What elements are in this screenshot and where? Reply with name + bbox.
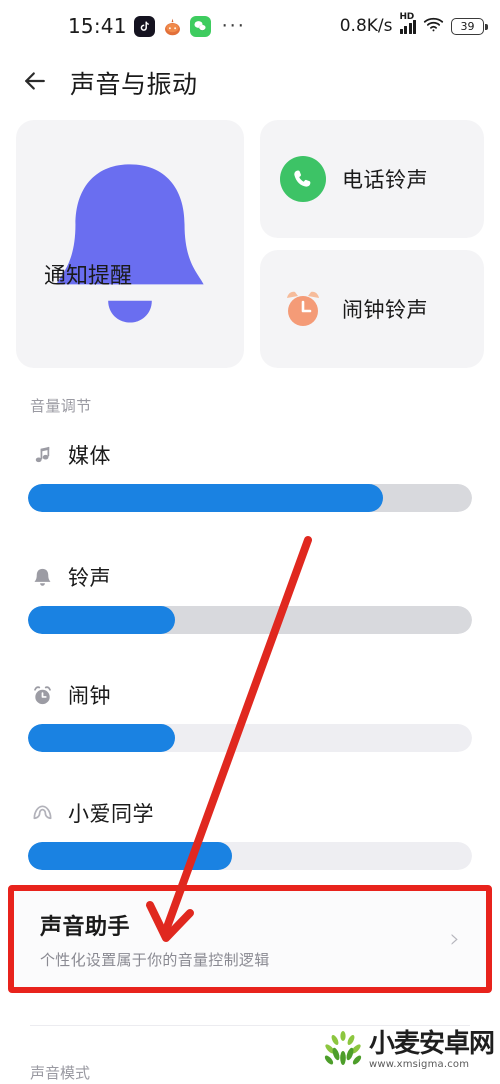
xiaoai-icon (30, 801, 54, 825)
phone-icon (280, 156, 326, 202)
page-header: 声音与振动 (0, 52, 500, 114)
watermark-name: 小麦安卓网 (368, 1028, 495, 1059)
sound-assistant-highlight-box: 声音助手 个性化设置属于你的音量控制逻辑 › (8, 885, 492, 993)
tiktok-icon (133, 15, 155, 37)
status-bar-right: 0.8K/s HD 39 (339, 12, 488, 36)
battery-indicator: 39 (451, 17, 488, 35)
volume-label-media: 媒体 (68, 444, 111, 468)
bell-icon (40, 164, 220, 365)
volume-row-xiaoai: 小爱同学 (0, 798, 500, 870)
status-clock: 15:41 (68, 14, 127, 38)
music-note-icon (30, 443, 54, 467)
volume-slider-ringtone-fill (28, 606, 175, 634)
sound-mode-section-title: 声音模式 (30, 1064, 91, 1082)
volume-slider-alarm-fill (28, 724, 175, 752)
sound-assistant-title: 声音助手 (40, 914, 131, 940)
card-phone-ringtone[interactable]: 电话铃声 (260, 120, 484, 238)
volume-label-xiaoai: 小爱同学 (68, 802, 154, 826)
volume-row-media: 媒体 (0, 440, 500, 512)
back-button[interactable] (0, 52, 70, 114)
sound-assistant-text: 声音助手 个性化设置属于你的音量控制逻辑 (40, 909, 450, 970)
bell-icon (30, 565, 54, 589)
quick-cards: 通知提醒 电话铃声 闹钟铃声 (16, 120, 484, 368)
watermark-text: 小麦安卓网 www.xmsigma.com (368, 1028, 495, 1070)
hd-label: HD (399, 12, 415, 22)
watermark: 小麦安卓网 www.xmsigma.com (322, 1028, 495, 1070)
sound-assistant-row[interactable]: 声音助手 个性化设置属于你的音量控制逻辑 › (14, 891, 486, 987)
back-arrow-icon (20, 66, 50, 100)
signal-bars-icon: HD (399, 12, 416, 34)
card-notification-reminder[interactable]: 通知提醒 (16, 120, 244, 368)
volume-row-alarm: 闹钟 (0, 680, 500, 752)
sound-assistant-subtitle: 个性化设置属于你的音量控制逻辑 (40, 950, 270, 969)
phone-screen: 15:41 ··· 0.8K/s HD 39 声音与振动 通知提醒 电话铃声 闹… (0, 0, 500, 1084)
status-bar-left: 15:41 ··· (68, 14, 246, 38)
volume-slider-xiaoai[interactable] (28, 842, 472, 870)
volume-row-ringtone: 铃声 (0, 562, 500, 634)
wechat-icon (189, 15, 211, 37)
network-speed-label: 0.8K/s (339, 16, 393, 36)
volume-slider-media-fill (28, 484, 384, 512)
status-bar: 15:41 ··· 0.8K/s HD 39 (0, 0, 500, 52)
alarm-clock-icon (30, 683, 54, 707)
page-title: 声音与振动 (70, 70, 198, 99)
volume-label-ringtone: 铃声 (68, 566, 111, 590)
card-notification-label: 通知提醒 (44, 264, 133, 289)
card-alarm-ringtone-label: 闹钟铃声 (342, 298, 428, 322)
orange-app-icon (162, 16, 183, 37)
watermark-url: www.xmsigma.com (368, 1058, 470, 1070)
volume-slider-ringtone[interactable] (28, 606, 472, 634)
battery-percent-label: 39 (460, 19, 475, 33)
wifi-icon (423, 16, 444, 36)
volume-slider-xiaoai-fill (28, 842, 233, 870)
alarm-clock-icon (280, 286, 326, 332)
volume-section-title: 音量调节 (30, 397, 92, 415)
card-phone-ringtone-label: 电话铃声 (342, 168, 428, 192)
volume-slider-media[interactable] (28, 484, 472, 512)
volume-slider-alarm[interactable] (28, 724, 472, 752)
card-alarm-ringtone[interactable]: 闹钟铃声 (260, 250, 484, 368)
section-divider (30, 1025, 470, 1026)
chevron-right-icon: › (449, 924, 460, 954)
status-overflow-icon: ··· (221, 15, 246, 37)
volume-label-alarm: 闹钟 (68, 684, 111, 708)
wheat-logo-icon (322, 1030, 364, 1070)
